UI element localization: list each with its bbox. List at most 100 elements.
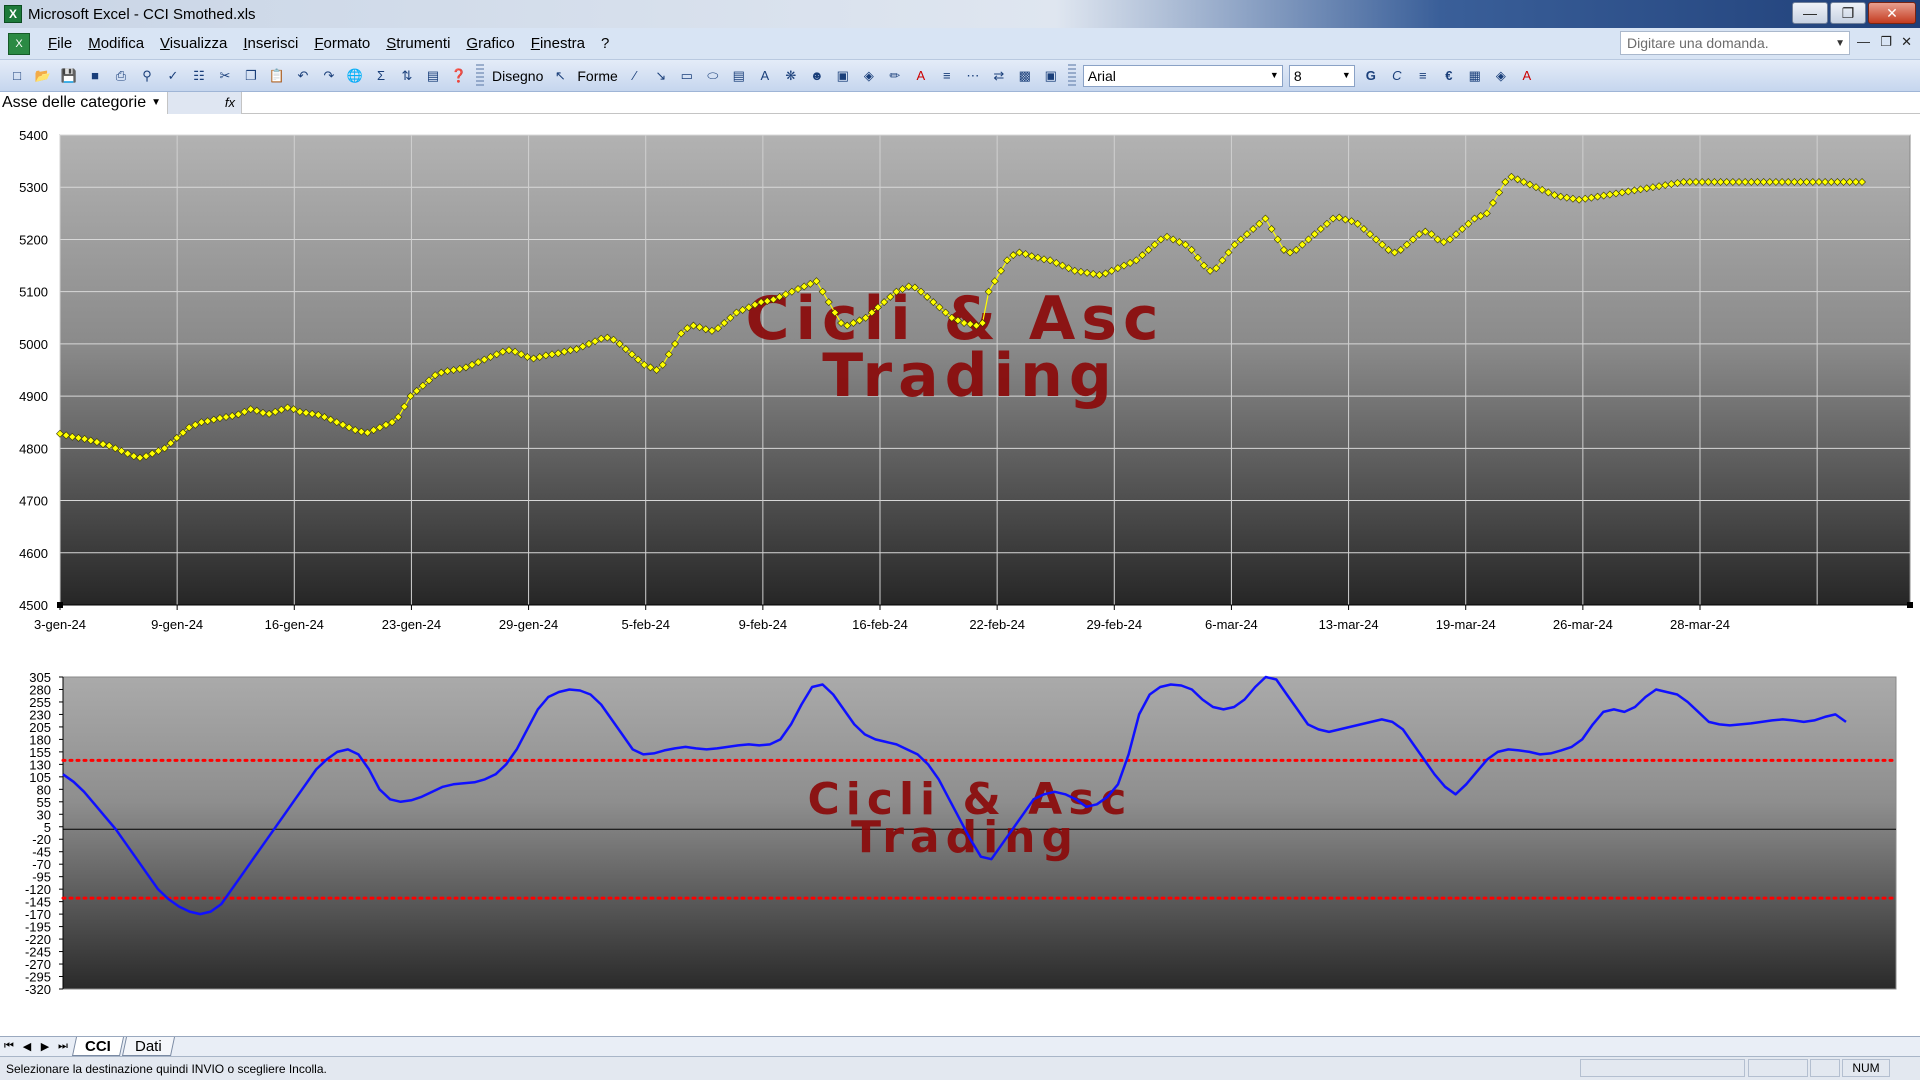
arrow-icon[interactable]: ↘	[650, 65, 672, 87]
shadow-icon[interactable]: ▩	[1014, 65, 1036, 87]
fill-bucket-icon[interactable]: ◈	[1490, 65, 1512, 87]
chart-object-select[interactable]: Asse delle categorie ▼	[0, 92, 168, 114]
textbox-icon[interactable]: ▤	[728, 65, 750, 87]
close-button[interactable]: ✕	[1868, 2, 1916, 24]
chevron-down-icon[interactable]: ▼	[1835, 38, 1845, 49]
x-tick-label: 5-feb-24	[622, 617, 670, 632]
align-icon[interactable]: ≡	[1412, 65, 1434, 87]
permission-icon[interactable]: ■	[84, 65, 106, 87]
menu-inserisci[interactable]: Inserisci	[235, 35, 306, 52]
x-tick-label: 16-feb-24	[852, 617, 908, 632]
doc-minimize-icon[interactable]: —	[1857, 34, 1870, 49]
research-icon[interactable]: ☷	[188, 65, 210, 87]
draw-menu-button[interactable]: Disegno	[492, 68, 543, 84]
cci-chart[interactable]: 3052802552302051801551301058055305-20-45…	[25, 670, 1898, 997]
wordart-icon[interactable]: A	[754, 65, 776, 87]
menu-bar: X File Modifica Visualizza Inserisci For…	[0, 28, 1920, 60]
select-objects-icon[interactable]: ↖	[549, 65, 571, 87]
sort-icon[interactable]: ⇅	[396, 65, 418, 87]
font-color-icon[interactable]: A	[910, 65, 932, 87]
last-sheet-icon[interactable]: ⏭	[54, 1040, 72, 1053]
font-size-select[interactable]: 8 ▼	[1288, 64, 1355, 87]
insert-function-button[interactable]: fx	[168, 92, 242, 114]
ask-question-input[interactable]: Digitare una domanda. ▼	[1620, 31, 1850, 55]
maximize-button[interactable]: ❐	[1830, 2, 1866, 24]
help-icon[interactable]: ❓	[448, 65, 470, 87]
copy-icon[interactable]: ❐	[240, 65, 262, 87]
price-chart[interactable]: 4500 4600 4700 4800 4900 5000 5100 5200 5300 5400…	[19, 128, 1913, 632]
chevron-down-icon[interactable]: ▼	[151, 97, 161, 108]
chevron-down-icon[interactable]: ▼	[1270, 70, 1279, 80]
status-cell-blank-1	[1580, 1059, 1745, 1077]
shapes-menu-button[interactable]: Forme	[577, 68, 617, 84]
line-color-icon[interactable]: ✏	[884, 65, 906, 87]
print-icon[interactable]: ⎙	[110, 65, 132, 87]
toolbar: □ 📂 💾 ■ ⎙ ⚲ ✓ ☷ ✂ ❐ 📋 ↶ ↷ 🌐 Σ ⇅ ▤ ❓ Dise…	[0, 60, 1920, 92]
window-controls: — ❐ ✕	[1792, 2, 1916, 24]
window-title: Microsoft Excel - CCI Smothed.xls	[28, 5, 256, 23]
3d-icon[interactable]: ▣	[1040, 65, 1062, 87]
chart-area[interactable]: 4500 4600 4700 4800 4900 5000 5100 5200 5300 5400…	[0, 114, 1920, 1036]
italic-button[interactable]: C	[1386, 65, 1408, 87]
cut-icon[interactable]: ✂	[214, 65, 236, 87]
next-sheet-icon[interactable]: ▶	[36, 1040, 54, 1053]
line-style-icon[interactable]: ≡	[936, 65, 958, 87]
minimize-button[interactable]: —	[1792, 2, 1828, 24]
dash-style-icon[interactable]: ⋯	[962, 65, 984, 87]
undo-icon[interactable]: ↶	[292, 65, 314, 87]
font-name-select[interactable]: Arial ▼	[1082, 64, 1283, 87]
hyperlink-icon[interactable]: 🌐	[344, 65, 366, 87]
y-tick-label: 5000	[19, 337, 48, 352]
menu-finestra[interactable]: Finestra	[523, 35, 593, 52]
sheet-tab-bar: ⏮ ◀ ▶ ⏭ CCI Dati	[0, 1036, 1920, 1056]
bold-button[interactable]: G	[1360, 65, 1382, 87]
oval-icon[interactable]: ⬭	[702, 65, 724, 87]
paste-icon[interactable]: 📋	[266, 65, 288, 87]
axis-selection-handle	[1907, 602, 1913, 608]
y-tick-label: 5200	[19, 232, 48, 247]
workbook-icon[interactable]: X	[8, 32, 30, 55]
x-tick-label: 29-gen-24	[499, 617, 558, 632]
autosum-icon[interactable]: Σ	[370, 65, 392, 87]
menu-grafico[interactable]: Grafico	[458, 35, 522, 52]
arrow-style-icon[interactable]: ⇄	[988, 65, 1010, 87]
menu-modifica[interactable]: Modifica	[80, 35, 152, 52]
excel-icon: X	[4, 5, 22, 23]
first-sheet-icon[interactable]: ⏮	[0, 1040, 18, 1053]
new-icon[interactable]: □	[6, 65, 28, 87]
redo-icon[interactable]: ↷	[318, 65, 340, 87]
save-icon[interactable]: 💾	[58, 65, 80, 87]
chart-wizard-icon[interactable]: ▤	[422, 65, 444, 87]
chevron-down-icon[interactable]: ▼	[1342, 70, 1351, 80]
y-tick-label: 5100	[19, 285, 48, 300]
toolbar-handle[interactable]	[476, 63, 484, 88]
tab-dati[interactable]: Dati	[121, 1037, 175, 1056]
y-tick-label: 5300	[19, 180, 48, 195]
picture-icon[interactable]: ▣	[832, 65, 854, 87]
doc-close-icon[interactable]: ✕	[1901, 34, 1912, 50]
menu-help[interactable]: ?	[593, 35, 617, 52]
menu-strumenti[interactable]: Strumenti	[378, 35, 458, 52]
menu-file[interactable]: File	[40, 35, 80, 52]
x-tick-label: 26-mar-24	[1553, 617, 1613, 632]
menu-formato[interactable]: Formato	[306, 35, 378, 52]
clipart-icon[interactable]: ☻	[806, 65, 828, 87]
borders-icon[interactable]: ▦	[1464, 65, 1486, 87]
prev-sheet-icon[interactable]: ◀	[18, 1040, 36, 1053]
open-icon[interactable]: 📂	[32, 65, 54, 87]
line-icon[interactable]: ∕	[624, 65, 646, 87]
spelling-icon[interactable]: ✓	[162, 65, 184, 87]
rectangle-icon[interactable]: ▭	[676, 65, 698, 87]
menu-visualizza[interactable]: Visualizza	[152, 35, 235, 52]
tab-cci[interactable]: CCI	[71, 1037, 124, 1056]
toolbar-handle-2[interactable]	[1067, 63, 1076, 88]
y-tick-label: 4900	[19, 389, 48, 404]
y-tick-label: 4800	[19, 441, 48, 456]
text-color-icon[interactable]: A	[1516, 65, 1538, 87]
diagram-icon[interactable]: ❋	[780, 65, 802, 87]
print-preview-icon[interactable]: ⚲	[136, 65, 158, 87]
fill-color-icon[interactable]: ◈	[858, 65, 880, 87]
chart-canvas[interactable]: 4500 4600 4700 4800 4900 5000 5100 5200 5300 5400…	[0, 114, 1920, 1036]
currency-button[interactable]: €	[1438, 65, 1460, 87]
doc-restore-icon[interactable]: ❐	[1880, 34, 1892, 50]
